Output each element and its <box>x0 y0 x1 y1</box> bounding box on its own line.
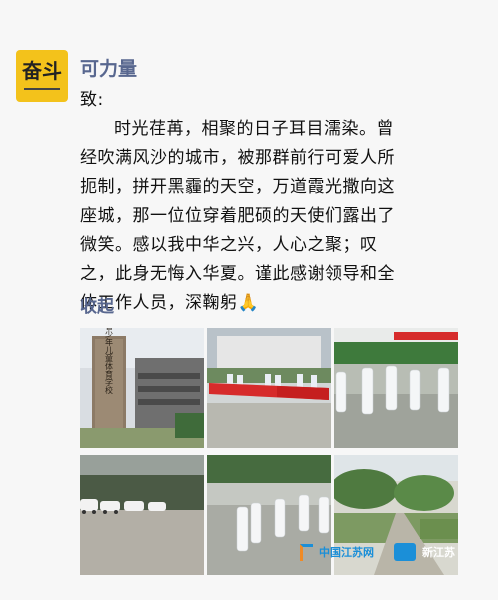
post-greeting: 致: <box>80 90 104 110</box>
collapse-link[interactable]: 收起 <box>80 292 114 317</box>
avatar[interactable]: 奋斗 <box>16 50 68 102</box>
post-text: 致: 时光荏苒，相聚的日子耳目濡染。曾 经吹满风沙的城市，被那群前行可爱人所 扼… <box>80 86 480 318</box>
post-line: 座城，那一位位穿着肥硕的天使们露出了 <box>80 206 395 226</box>
photo-building-sign-image: 江苏省少年儿童体育学校 <box>80 328 204 448</box>
moment-card: 奋斗 可力量 致: 时光荏苒，相聚的日子耳目濡染。曾 经吹满风沙的城市，被那群前… <box>0 0 498 600</box>
watermark-left-text: 中国江苏网 <box>319 546 374 559</box>
photo-banner-group-image <box>207 328 331 448</box>
post-line: 之，此身无悔入华夏。谨此感谢领导和全 <box>80 264 395 284</box>
author-name[interactable]: 可力量 <box>80 54 137 81</box>
post-line: 体工作人员，深鞠躬🙏 <box>80 293 260 313</box>
post-line: 经吹满风沙的城市，被那群前行可爱人所 <box>80 148 395 168</box>
watermark-separator <box>394 543 416 561</box>
photo-hazmat-group[interactable] <box>334 328 458 448</box>
avatar-logo-text: 奋斗 <box>22 59 62 83</box>
photo-banner-group[interactable] <box>207 328 331 448</box>
watermark-right-text: 新江苏 <box>422 546 455 559</box>
watermark-logo-icon <box>300 543 313 561</box>
post-line: 时光荏苒，相聚的日子耳目濡染。曾 <box>114 119 394 139</box>
photo-building-sign[interactable]: 江苏省少年儿童体育学校 <box>80 328 204 448</box>
sign-text: 江苏省少年儿童体育学校 <box>105 328 114 395</box>
post-line: 微笑。感以我中华之兴，人心之聚；叹 <box>80 235 378 255</box>
avatar-underline <box>24 88 60 96</box>
photo-hazmat-group-image <box>334 328 458 448</box>
photo-parking-lot[interactable] <box>80 455 204 575</box>
watermark: 中国江苏网 新江苏 <box>300 540 455 564</box>
photo-parking-lot-image <box>80 455 204 575</box>
post-line: 扼制，拼开黑霾的天空，万道霞光撒向这 <box>80 177 395 197</box>
